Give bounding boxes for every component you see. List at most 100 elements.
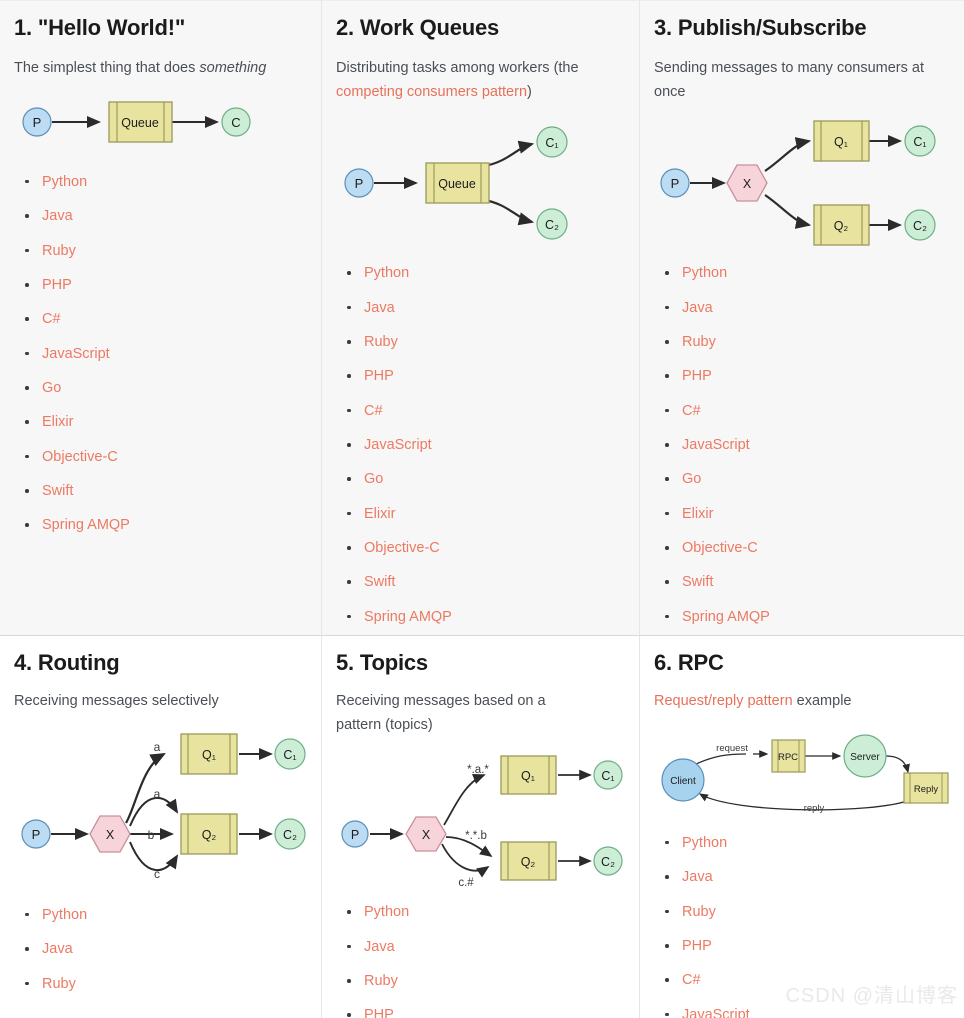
subtitle-link[interactable]: competing consumers pattern [336,84,527,100]
list-item[interactable]: JavaScript [358,436,623,455]
node-producer-label: P [33,115,42,130]
list-item[interactable]: JavaScript [676,1006,948,1018]
language-list-rpc: Python Java Ruby PHP C# JavaScript Go [654,834,948,1018]
diagram-hello-world: P Queue C [14,93,254,151]
edge-label-pattern-3: c.# [458,877,474,889]
list-item[interactable]: Go [676,470,948,489]
diagram-publish-subscribe: P X Q₁ Q₂ C₁ C₂ [654,116,944,246]
node-rpc-queue-label: RPC [778,752,798,763]
page-title: 4. Routing [14,650,305,676]
list-item[interactable]: Elixir [36,413,305,432]
language-list-routing: Python Java Ruby [14,906,305,994]
edge-label-a-1: a [154,740,161,754]
list-item[interactable]: Elixir [676,505,948,524]
list-item[interactable]: Python [36,906,305,925]
list-item[interactable]: Python [358,903,623,922]
node-consumer-1-label: C₁ [283,748,296,762]
node-producer-label: P [671,176,680,191]
tutorial-card-rpc: 6. RPC Request/reply pattern example Cli… [640,636,964,1018]
node-exchange-label: X [106,828,115,842]
page-title: 6. RPC [654,650,948,676]
node-reply-queue-label: Reply [914,784,939,795]
list-item[interactable]: PHP [358,367,623,386]
list-item[interactable]: Swift [358,573,623,592]
tutorial-subtitle: Receiving messages selectively [14,690,305,713]
subtitle-emphasis: something [199,60,266,76]
list-item[interactable]: C# [36,310,305,329]
list-item[interactable]: Python [676,834,948,853]
node-queue-1-label: Q₁ [521,769,535,783]
subtitle-text: The simplest thing that does [14,60,199,76]
list-item[interactable]: Ruby [36,975,305,994]
list-item[interactable]: Spring AMQP [358,608,623,627]
list-item[interactable]: Spring AMQP [36,516,305,535]
node-exchange-label: X [422,828,431,842]
page-title: 1. "Hello World!" [14,15,305,41]
tutorial-card-topics: 5. Topics Receiving messages based on a … [322,636,640,1018]
node-consumer-label: C [231,115,240,130]
list-item[interactable]: Elixir [358,505,623,524]
page-title: 2. Work Queues [336,15,623,41]
list-item[interactable]: Java [676,868,948,887]
edge-label-request: request [716,743,748,754]
list-item[interactable]: PHP [36,276,305,295]
page-title: 5. Topics [336,650,623,676]
diagram-work-queues: P Queue C₁ C₂ [336,118,596,248]
tutorial-card-routing: 4. Routing Receiving messages selectivel… [0,636,322,1018]
node-queue-label: Queue [438,177,476,191]
list-item[interactable]: Java [676,299,948,318]
list-item[interactable]: Go [36,379,305,398]
list-item[interactable]: Objective-C [36,448,305,467]
list-item[interactable]: JavaScript [36,345,305,364]
language-list-topics: Python Java Ruby PHP [336,903,623,1018]
diagram-topics: P X *.a.* *.*.b c.# Q₁ Q₂ C₁ C₂ [336,749,636,891]
node-queue-1-label: Q₁ [202,748,216,762]
list-item[interactable]: Java [358,299,623,318]
list-item[interactable]: C# [358,402,623,421]
edge-label-c: c [154,867,160,881]
list-item[interactable]: Ruby [358,333,623,352]
list-item[interactable]: C# [676,402,948,421]
tutorial-card-hello-world: 1. "Hello World!" The simplest thing tha… [0,0,322,636]
list-item[interactable]: Ruby [676,903,948,922]
node-producer-label: P [32,827,41,842]
list-item[interactable]: Java [36,940,305,959]
tutorial-card-publish-subscribe: 3. Publish/Subscribe Sending messages to… [640,0,964,636]
list-item[interactable]: Java [36,207,305,226]
edge-label-a-2: a [154,787,161,801]
list-item[interactable]: Python [36,173,305,192]
node-queue-2-label: Q₂ [202,828,217,842]
list-item[interactable]: Go [358,470,623,489]
node-consumer-2-label: C₂ [283,828,297,842]
list-item[interactable]: Objective-C [358,539,623,558]
subtitle-link[interactable]: Request/reply pattern [654,693,793,709]
edge-label-pattern-1: *.a.* [467,764,489,776]
list-item[interactable]: PHP [676,937,948,956]
node-server-label: Server [850,752,880,763]
node-consumer-1-label: C₁ [913,135,926,149]
list-item[interactable]: Spring AMQP [676,608,948,627]
list-item[interactable]: Python [676,264,948,283]
tutorial-subtitle: Request/reply pattern example [654,690,948,713]
list-item[interactable]: JavaScript [676,436,948,455]
list-item[interactable]: Python [358,264,623,283]
node-consumer-2-label: C₂ [913,219,927,233]
node-consumer-2-label: C₂ [545,218,559,232]
list-item[interactable]: Ruby [676,333,948,352]
tutorial-subtitle: Receiving messages based on a pattern (t… [336,690,546,737]
tutorials-grid: 1. "Hello World!" The simplest thing tha… [0,0,964,1018]
list-item[interactable]: Ruby [358,972,623,991]
list-item[interactable]: Swift [36,482,305,501]
list-item[interactable]: C# [676,971,948,990]
list-item[interactable]: PHP [676,367,948,386]
node-queue-2-label: Q₂ [521,855,536,869]
node-consumer-2-label: C₂ [601,855,615,869]
list-item[interactable]: Java [358,938,623,957]
subtitle-text: Distributing tasks among workers (the [336,60,579,76]
node-producer-label: P [355,176,364,191]
edge-label-b: b [148,828,155,842]
list-item[interactable]: Objective-C [676,539,948,558]
list-item[interactable]: Swift [676,573,948,592]
list-item[interactable]: Ruby [36,242,305,261]
list-item[interactable]: PHP [358,1006,623,1018]
